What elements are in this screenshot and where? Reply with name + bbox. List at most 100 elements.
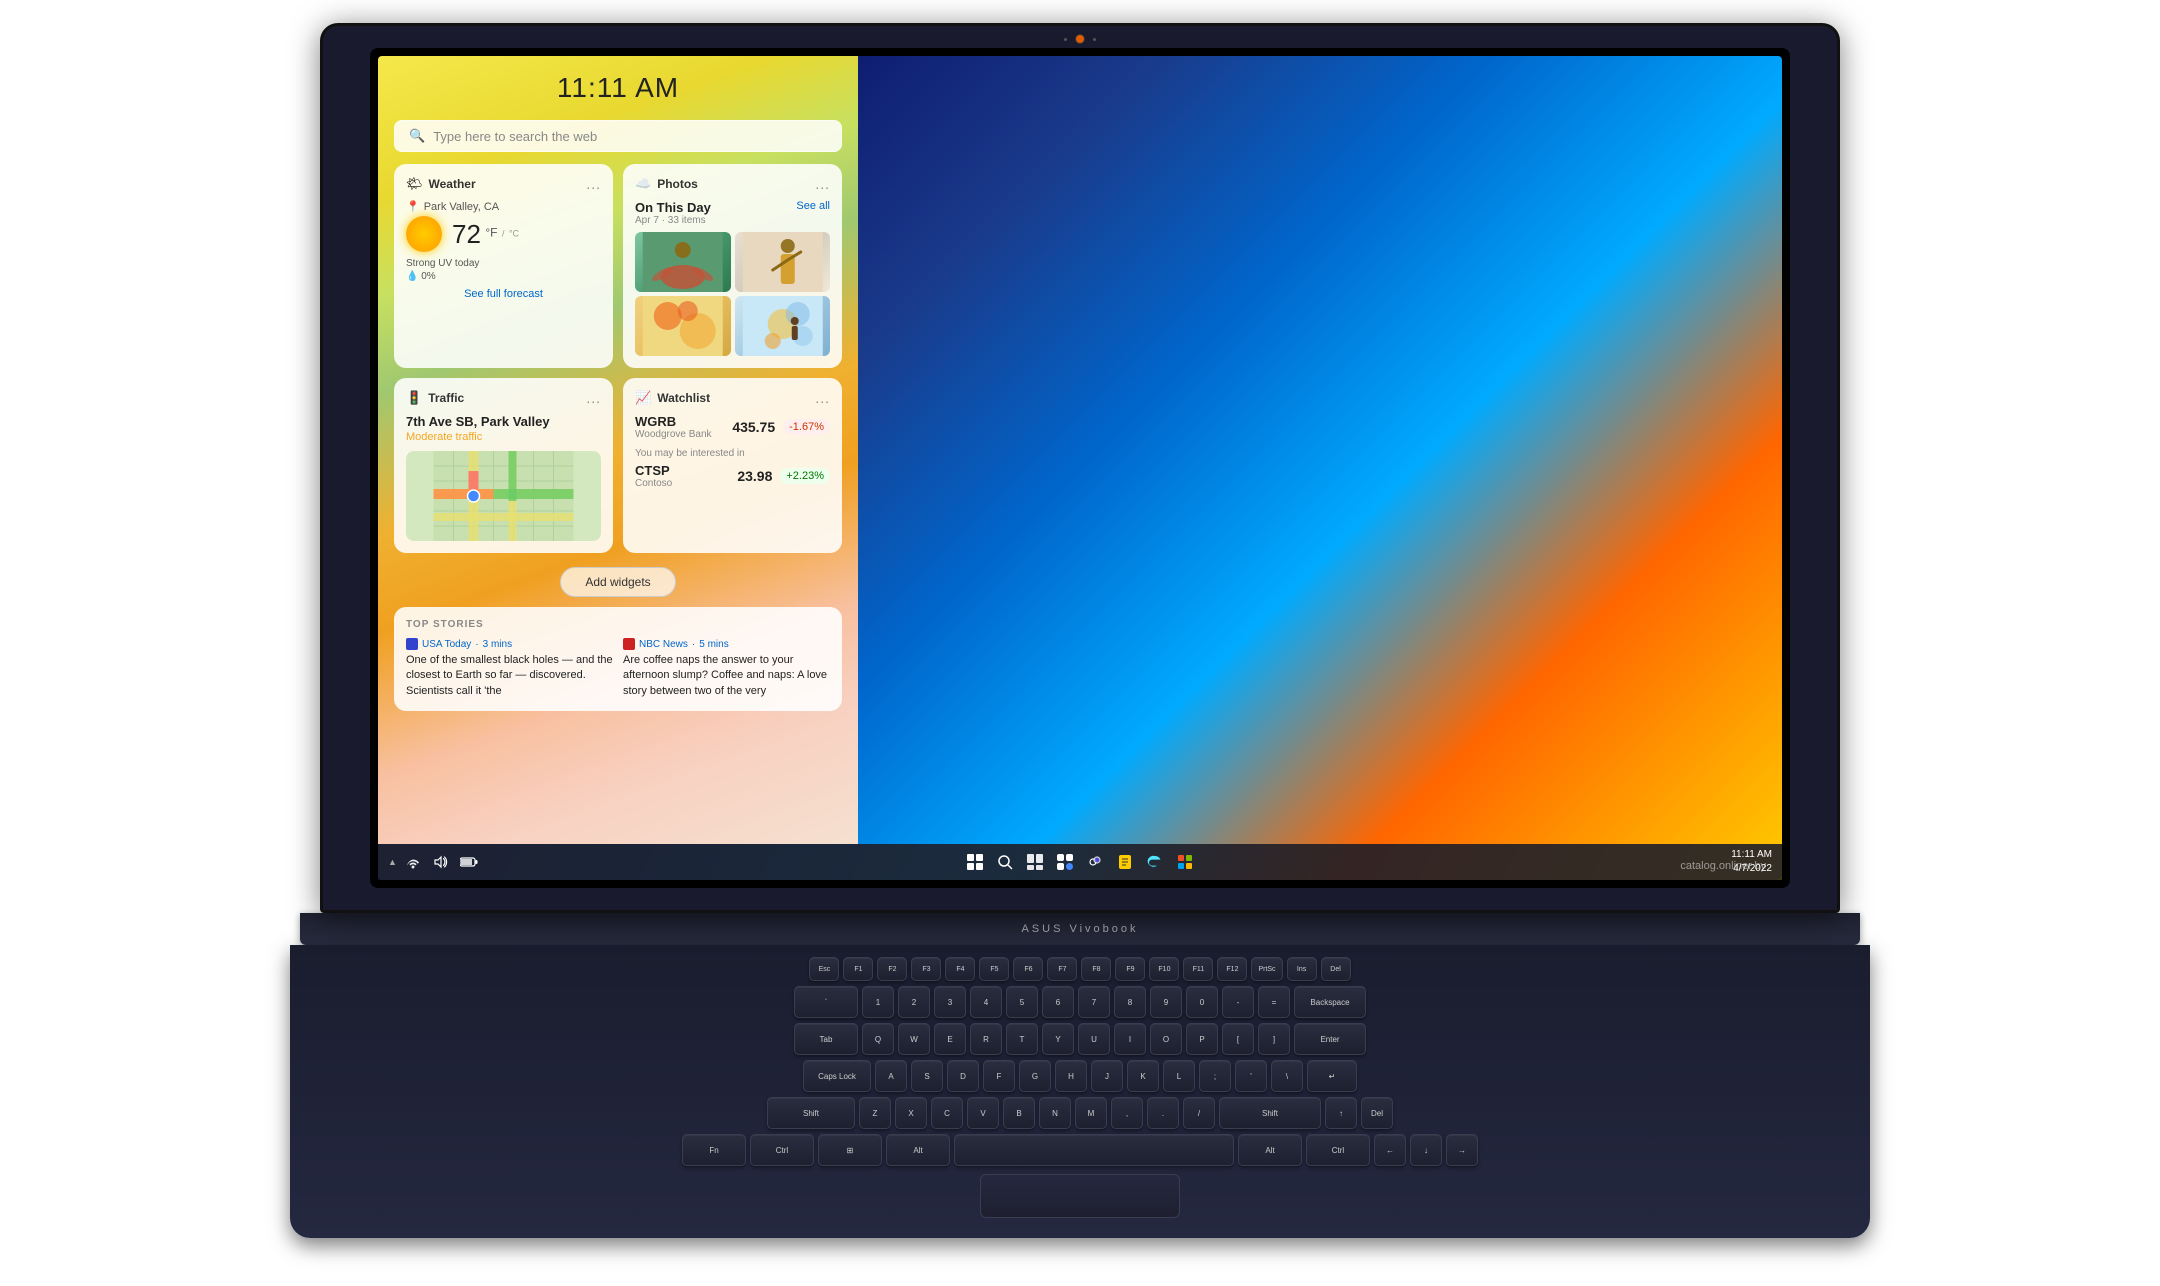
key-o[interactable]: O: [1150, 1023, 1182, 1055]
key-2[interactable]: 2: [898, 986, 930, 1018]
key-b[interactable]: B: [1003, 1097, 1035, 1129]
key-arrow-left[interactable]: ←: [1374, 1134, 1406, 1166]
key-lbracket[interactable]: [: [1222, 1023, 1254, 1055]
key-c[interactable]: C: [931, 1097, 963, 1129]
key-backslash[interactable]: \: [1271, 1060, 1303, 1092]
key-5[interactable]: 5: [1006, 986, 1038, 1018]
key-f8[interactable]: F8: [1081, 957, 1111, 981]
volume-icon[interactable]: [429, 850, 453, 874]
taskbar-search-button[interactable]: [993, 850, 1017, 874]
key-f1[interactable]: F1: [843, 957, 873, 981]
key-slash[interactable]: /: [1183, 1097, 1215, 1129]
key-arrow-right[interactable]: →: [1446, 1134, 1478, 1166]
key-delete[interactable]: Del: [1321, 957, 1351, 981]
key-4[interactable]: 4: [970, 986, 1002, 1018]
store-button[interactable]: [1173, 850, 1197, 874]
widgets-button[interactable]: [1053, 850, 1077, 874]
start-button[interactable]: [963, 850, 987, 874]
key-comma[interactable]: ,: [1111, 1097, 1143, 1129]
key-w[interactable]: W: [898, 1023, 930, 1055]
key-l[interactable]: L: [1163, 1060, 1195, 1092]
key-p[interactable]: P: [1186, 1023, 1218, 1055]
wifi-icon[interactable]: [401, 850, 425, 874]
key-arrow-up[interactable]: ↑: [1325, 1097, 1357, 1129]
key-backtick[interactable]: `: [794, 986, 858, 1018]
story-item-1[interactable]: USA Today · 3 mins One of the smallest b…: [406, 638, 613, 699]
key-r[interactable]: R: [970, 1023, 1002, 1055]
key-n[interactable]: N: [1039, 1097, 1071, 1129]
key-f9[interactable]: F9: [1115, 957, 1145, 981]
key-z[interactable]: Z: [859, 1097, 891, 1129]
battery-icon[interactable]: [457, 850, 481, 874]
key-3[interactable]: 3: [934, 986, 966, 1018]
key-h[interactable]: H: [1055, 1060, 1087, 1092]
key-ctrl-left[interactable]: Ctrl: [750, 1134, 814, 1166]
search-bar[interactable]: 🔍 Type here to search the web: [394, 120, 842, 152]
key-f2[interactable]: F2: [877, 957, 907, 981]
key-alt-left[interactable]: Alt: [886, 1134, 950, 1166]
photo-thumb-1[interactable]: [635, 232, 731, 292]
photos-see-all-link[interactable]: See all: [796, 200, 830, 212]
key-f4[interactable]: F4: [945, 957, 975, 981]
key-t[interactable]: T: [1006, 1023, 1038, 1055]
key-1[interactable]: 1: [862, 986, 894, 1018]
key-ctrl-right[interactable]: Ctrl: [1306, 1134, 1370, 1166]
photo-thumb-4[interactable]: [735, 296, 831, 356]
key-win[interactable]: ⊞: [818, 1134, 882, 1166]
traffic-more-button[interactable]: ...: [586, 390, 601, 406]
key-d[interactable]: D: [947, 1060, 979, 1092]
touchpad[interactable]: [980, 1174, 1180, 1218]
key-k[interactable]: K: [1127, 1060, 1159, 1092]
key-s[interactable]: S: [911, 1060, 943, 1092]
watchlist-more-button[interactable]: ...: [815, 390, 830, 406]
key-g[interactable]: G: [1019, 1060, 1051, 1092]
key-8[interactable]: 8: [1114, 986, 1146, 1018]
key-f7[interactable]: F7: [1047, 957, 1077, 981]
key-i[interactable]: I: [1114, 1023, 1146, 1055]
key-v[interactable]: V: [967, 1097, 999, 1129]
key-9[interactable]: 9: [1150, 986, 1182, 1018]
taskbar-notification-arrow[interactable]: ▲: [388, 857, 397, 867]
key-u[interactable]: U: [1078, 1023, 1110, 1055]
key-space[interactable]: [954, 1134, 1234, 1166]
forecast-link[interactable]: See full forecast: [406, 288, 601, 300]
key-minus[interactable]: -: [1222, 986, 1254, 1018]
key-f6[interactable]: F6: [1013, 957, 1043, 981]
photo-thumb-2[interactable]: [735, 232, 831, 292]
key-alt-right[interactable]: Alt: [1238, 1134, 1302, 1166]
key-arrow-down[interactable]: ↓: [1410, 1134, 1442, 1166]
key-semicolon[interactable]: ;: [1199, 1060, 1231, 1092]
notes-button[interactable]: [1113, 850, 1137, 874]
key-fn[interactable]: Fn: [682, 1134, 746, 1166]
key-quote[interactable]: ': [1235, 1060, 1267, 1092]
photo-thumb-3[interactable]: [635, 296, 731, 356]
key-backspace[interactable]: Backspace: [1294, 986, 1366, 1018]
key-insert[interactable]: Ins: [1287, 957, 1317, 981]
story-item-2[interactable]: NBC News · 5 mins Are coffee naps the an…: [623, 638, 830, 699]
key-f3[interactable]: F3: [911, 957, 941, 981]
key-f10[interactable]: F10: [1149, 957, 1179, 981]
key-j[interactable]: J: [1091, 1060, 1123, 1092]
edge-browser-button[interactable]: [1143, 850, 1167, 874]
photos-more-button[interactable]: ...: [815, 176, 830, 192]
key-7[interactable]: 7: [1078, 986, 1110, 1018]
key-f11[interactable]: F11: [1183, 957, 1213, 981]
key-e[interactable]: E: [934, 1023, 966, 1055]
chat-button[interactable]: [1083, 850, 1107, 874]
key-x[interactable]: X: [895, 1097, 927, 1129]
key-a[interactable]: A: [875, 1060, 907, 1092]
key-delete-2[interactable]: Del: [1361, 1097, 1393, 1129]
key-shift-left[interactable]: Shift: [767, 1097, 855, 1129]
key-tab[interactable]: Tab: [794, 1023, 858, 1055]
weather-more-button[interactable]: ...: [586, 176, 601, 192]
key-f12[interactable]: F12: [1217, 957, 1247, 981]
key-m[interactable]: M: [1075, 1097, 1107, 1129]
key-6[interactable]: 6: [1042, 986, 1074, 1018]
key-esc[interactable]: Esc: [809, 957, 839, 981]
key-enter-2[interactable]: ↵: [1307, 1060, 1357, 1092]
key-y[interactable]: Y: [1042, 1023, 1074, 1055]
key-equals[interactable]: =: [1258, 986, 1290, 1018]
taskview-button[interactable]: [1023, 850, 1047, 874]
key-0[interactable]: 0: [1186, 986, 1218, 1018]
key-enter[interactable]: Enter: [1294, 1023, 1366, 1055]
